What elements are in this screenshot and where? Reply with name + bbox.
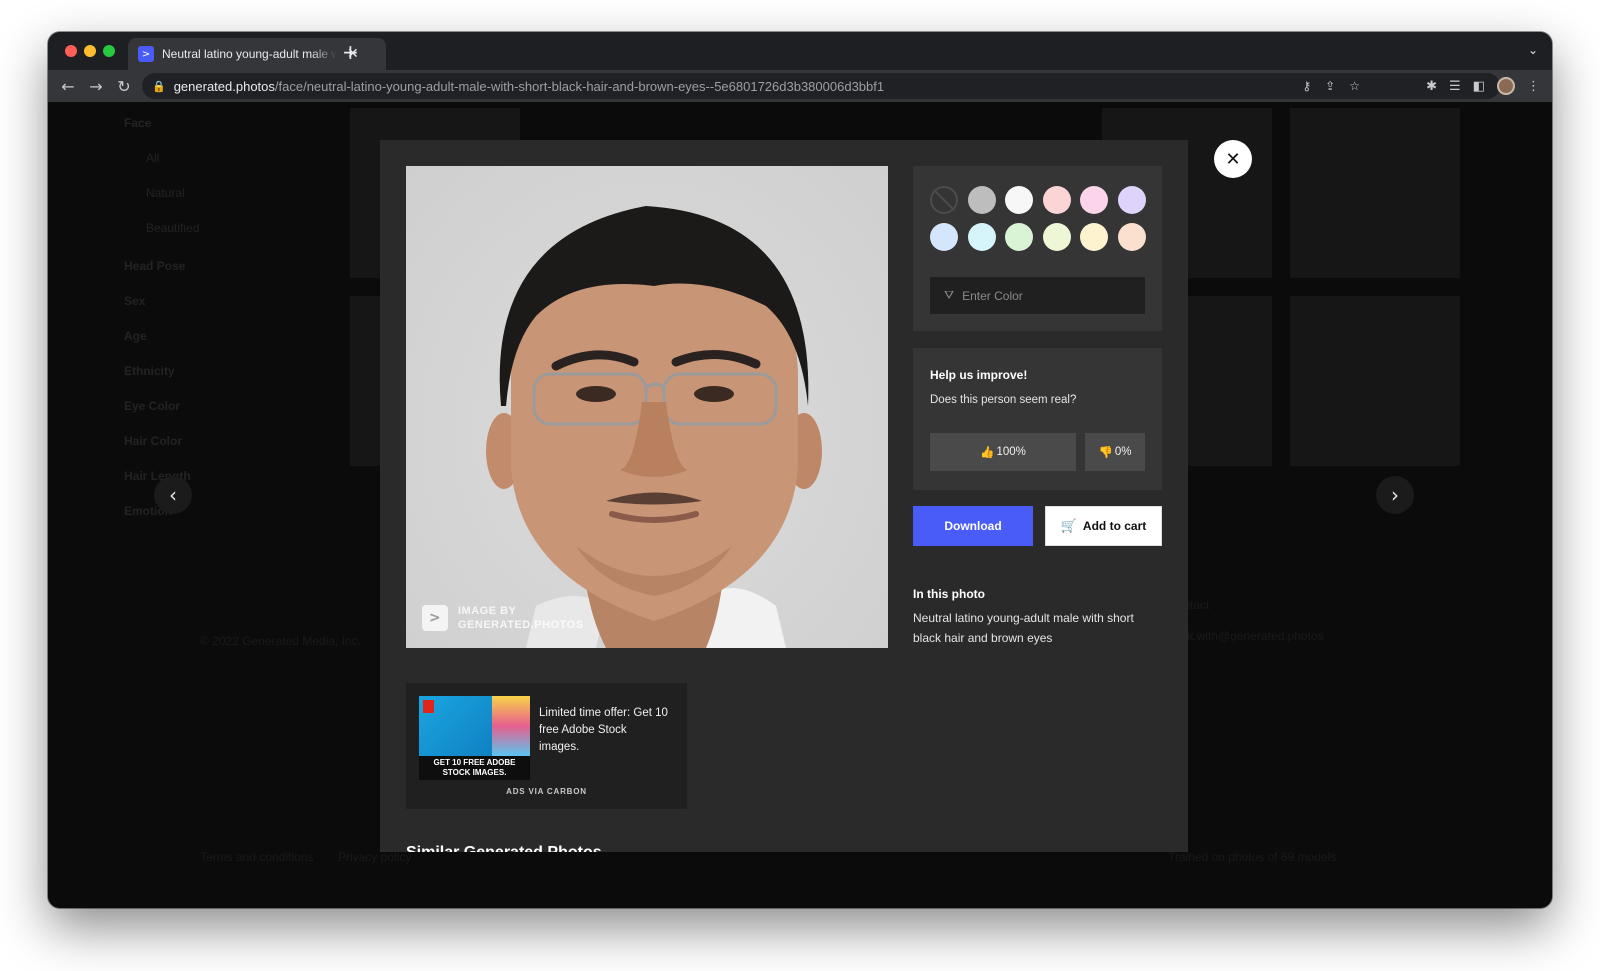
background-photo bbox=[1290, 108, 1460, 278]
bg-footer-terms: Terms and conditions bbox=[200, 850, 314, 864]
profile-avatar[interactable] bbox=[1497, 77, 1515, 95]
vote-real-value: 100% bbox=[996, 446, 1026, 458]
new-tab-icon[interactable]: + bbox=[342, 42, 359, 62]
browser-window: > Neutral latino young-adult male with s… bbox=[48, 32, 1552, 908]
color-input-field[interactable]: ⛛ bbox=[930, 277, 1145, 314]
in-this-photo-heading: In this photo bbox=[913, 587, 985, 601]
swatch-gray[interactable] bbox=[968, 186, 996, 214]
bg-filter-beautified: Beautified bbox=[146, 221, 200, 235]
tab-search-chevron-icon[interactable]: ⌄ bbox=[1528, 43, 1538, 57]
similar-photos-heading: Similar Generated Photos bbox=[406, 844, 602, 852]
address-bar[interactable]: 🔒 generated.photos/face/neutral-latino-y… bbox=[142, 73, 1500, 99]
cart-icon: 🛒 bbox=[1060, 518, 1077, 534]
feedback-question: Does this person seem real? bbox=[930, 394, 1077, 406]
photo-watermark: > IMAGE BY GENERATED.PHOTOS bbox=[422, 604, 584, 632]
vote-real-button[interactable]: 👍 100% bbox=[930, 433, 1076, 471]
tab-strip: > Neutral latino young-adult male with s… bbox=[48, 32, 1552, 70]
close-modal-icon[interactable]: ✕ bbox=[1214, 140, 1252, 178]
url-path: /face/neutral-latino-young-adult-male-wi… bbox=[274, 78, 885, 94]
bg-filter-natural: Natural bbox=[146, 186, 185, 200]
add-to-cart-button[interactable]: 🛒 Add to cart bbox=[1045, 506, 1162, 546]
swatch-lavender[interactable] bbox=[1118, 186, 1146, 214]
adobe-logo-icon bbox=[423, 700, 434, 713]
download-button[interactable]: Download bbox=[913, 506, 1033, 546]
add-to-cart-label: Add to cart bbox=[1082, 519, 1147, 533]
generated-photos-logo-icon: > bbox=[422, 605, 448, 631]
swatch-peach[interactable] bbox=[1118, 223, 1146, 251]
ad-image-caption: GET 10 FREE ADOBE STOCK IMAGES. bbox=[419, 756, 530, 780]
bg-footer-copyright: © 2022 Generated Media, Inc. bbox=[200, 634, 361, 648]
previous-photo-arrow-icon[interactable]: ‹ bbox=[154, 476, 192, 514]
carbon-ad[interactable]: GET 10 FREE ADOBE STOCK IMAGES. Limited … bbox=[406, 683, 687, 809]
photo-modal: > IMAGE BY GENERATED.PHOTOS ⛛ Enter Colo… bbox=[380, 140, 1188, 852]
swatch-white[interactable] bbox=[1005, 186, 1033, 214]
feedback-panel: Help us improve! Does this person seem r… bbox=[913, 348, 1162, 490]
bg-footer-tagline: Trained on photos of 69 models bbox=[1168, 850, 1337, 864]
background-color-panel: ⛛ bbox=[913, 166, 1162, 331]
bg-filter-ethnicity: Ethnicity bbox=[124, 364, 175, 378]
swatch-mint[interactable] bbox=[1005, 223, 1033, 251]
forward-arrow-icon[interactable]: → bbox=[82, 77, 110, 96]
toolbar-actions: ✱ ☰ ◧ ⋮ bbox=[1426, 77, 1540, 95]
page-content: Face All Natural Beautified Head Pose Se… bbox=[48, 102, 1552, 908]
watermark-line-2: GENERATED.PHOTOS bbox=[458, 619, 584, 631]
background-photo bbox=[1290, 296, 1460, 466]
favicon-icon: > bbox=[138, 46, 154, 62]
swatch-none[interactable] bbox=[930, 186, 958, 214]
ad-text[interactable]: Limited time offer: Get 10 free Adobe St… bbox=[539, 705, 669, 756]
lock-icon: 🔒 bbox=[152, 79, 166, 93]
face-illustration bbox=[486, 206, 822, 648]
tab-title: Neutral latino young-adult male with sho… bbox=[162, 47, 337, 61]
bg-filter-eye-color: Eye Color bbox=[124, 399, 181, 413]
vote-fake-button[interactable]: 👎 0% bbox=[1085, 433, 1145, 471]
share-icon[interactable]: ⇪ bbox=[1325, 79, 1335, 93]
swatch-pink[interactable] bbox=[1043, 186, 1071, 214]
extensions-puzzle-icon[interactable]: ✱ bbox=[1426, 79, 1437, 94]
media-control-icon[interactable]: ☰ bbox=[1449, 79, 1461, 94]
thumbs-down-icon: 👎 bbox=[1098, 445, 1113, 459]
swatch-lime[interactable] bbox=[1043, 223, 1071, 251]
bg-footer-contact-email: work.with@generated.photos bbox=[1168, 629, 1324, 643]
swatch-cyan[interactable] bbox=[968, 223, 996, 251]
close-window-button[interactable] bbox=[65, 45, 77, 57]
bg-filter-hair-color: Hair Color bbox=[124, 434, 183, 448]
omnibox-actions: ⚷ ⇪ ☆ bbox=[1302, 79, 1360, 93]
zoom-window-button[interactable] bbox=[103, 45, 115, 57]
bg-footer-privacy: Privacy policy bbox=[338, 850, 412, 864]
bg-filter-head-pose: Head Pose bbox=[124, 259, 186, 273]
bookmark-star-icon[interactable]: ☆ bbox=[1349, 79, 1360, 93]
browser-toolbar: ← → ↻ 🔒 generated.photos/face/neutral-la… bbox=[48, 70, 1552, 102]
bg-filter-all: All bbox=[146, 151, 160, 165]
swatch-light-blue[interactable] bbox=[930, 223, 958, 251]
minimize-window-button[interactable] bbox=[84, 45, 96, 57]
bg-filter-sex: Sex bbox=[124, 294, 146, 308]
reload-icon[interactable]: ↻ bbox=[110, 77, 138, 96]
bg-filter-age: Age bbox=[124, 329, 147, 343]
next-photo-arrow-icon[interactable]: › bbox=[1376, 476, 1414, 514]
key-icon[interactable]: ⚷ bbox=[1302, 79, 1311, 93]
ad-image[interactable]: GET 10 FREE ADOBE STOCK IMAGES. bbox=[419, 696, 530, 780]
watermark-line-1: IMAGE BY bbox=[458, 605, 517, 617]
thumbs-up-icon: 👍 bbox=[980, 445, 995, 459]
bg-filter-face: Face bbox=[124, 116, 152, 130]
photo-description: Neutral latino young-adult male with sho… bbox=[913, 611, 1134, 645]
ad-artwork bbox=[492, 696, 530, 756]
face-photo: > IMAGE BY GENERATED.PHOTOS bbox=[406, 166, 888, 648]
enter-color-input[interactable] bbox=[962, 288, 1123, 303]
paint-bucket-icon: ⛛ bbox=[944, 288, 955, 302]
background-filter-sidebar: Face All Natural Beautified Head Pose Se… bbox=[124, 116, 199, 539]
vote-fake-value: 0% bbox=[1114, 446, 1132, 458]
feedback-title: Help us improve! bbox=[930, 368, 1028, 382]
more-menu-icon[interactable]: ⋮ bbox=[1527, 79, 1540, 94]
ads-via-carbon-link[interactable]: ADS VIA CARBON bbox=[406, 787, 687, 796]
url-host: generated.photos bbox=[173, 78, 275, 94]
swatch-cream[interactable] bbox=[1080, 223, 1108, 251]
side-panel-icon[interactable]: ◧ bbox=[1473, 79, 1485, 94]
swatch-light-pink[interactable] bbox=[1080, 186, 1108, 214]
back-arrow-icon[interactable]: ← bbox=[54, 77, 82, 96]
